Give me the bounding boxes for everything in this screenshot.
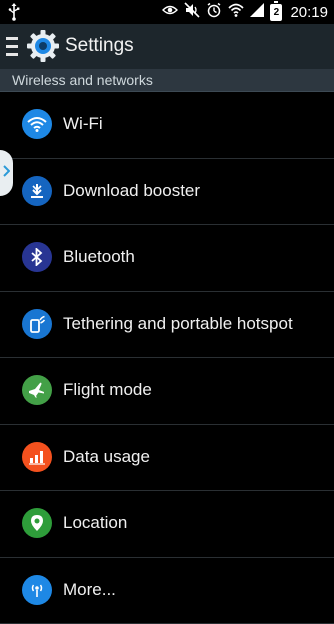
download-icon [22, 176, 52, 206]
drawer-menu-icon[interactable] [6, 37, 18, 62]
signal-icon [250, 3, 264, 22]
airplane-icon [22, 375, 52, 405]
settings-item-wifi[interactable]: Wi-Fi [0, 92, 334, 159]
hotspot-icon [22, 309, 52, 339]
more-networks-icon [22, 575, 52, 605]
settings-item-label: Tethering and portable hotspot [63, 314, 293, 334]
gear-icon[interactable] [26, 29, 60, 68]
location-icon [22, 508, 52, 538]
data-usage-icon [22, 442, 52, 472]
settings-list: Wi-Fi Download booster Bluetooth [0, 92, 334, 624]
mute-icon [184, 2, 200, 23]
settings-item-label: Location [63, 513, 127, 533]
usb-icon [8, 3, 20, 26]
chevron-right-icon [3, 164, 10, 182]
alarm-icon [206, 2, 222, 23]
side-drawer-handle[interactable] [0, 150, 13, 196]
wifi-icon [228, 2, 244, 23]
page-title: Settings [65, 35, 134, 57]
settings-item-label: Download booster [63, 181, 200, 201]
settings-item-flight-mode[interactable]: Flight mode [0, 358, 334, 425]
settings-item-tethering[interactable]: Tethering and portable hotspot [0, 292, 334, 359]
battery-icon: 2 [270, 4, 282, 21]
eye-icon [162, 3, 178, 21]
settings-item-more[interactable]: More... [0, 558, 334, 624]
settings-item-label: Bluetooth [63, 247, 135, 267]
settings-item-download-booster[interactable]: Download booster [0, 159, 334, 226]
wifi-icon [22, 109, 52, 139]
settings-item-label: Data usage [63, 447, 150, 467]
settings-item-location[interactable]: Location [0, 491, 334, 558]
action-bar: Settings [0, 24, 334, 69]
settings-item-bluetooth[interactable]: Bluetooth [0, 225, 334, 292]
settings-item-label: Wi-Fi [63, 114, 103, 134]
settings-item-label: More... [63, 580, 116, 600]
bluetooth-icon [22, 242, 52, 272]
settings-item-data-usage[interactable]: Data usage [0, 425, 334, 492]
settings-item-label: Flight mode [63, 380, 152, 400]
section-header: Wireless and networks [0, 69, 334, 92]
status-bar: 2 20:19 [0, 0, 334, 24]
status-time: 20:19 [290, 4, 328, 21]
section-title: Wireless and networks [12, 72, 153, 88]
